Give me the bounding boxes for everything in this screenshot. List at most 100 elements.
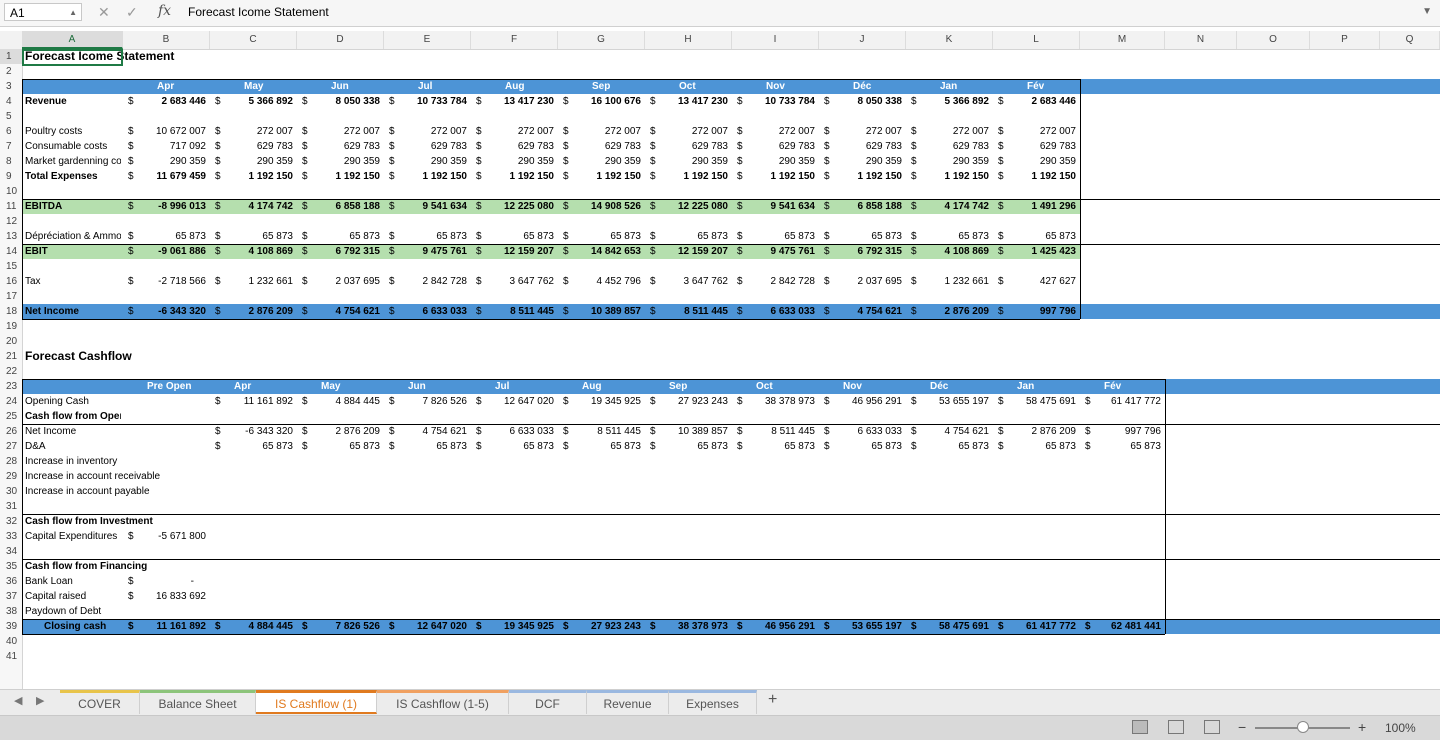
row-label[interactable]: Capital Expenditures bbox=[25, 529, 121, 544]
value-cell[interactable]: 4 452 796 bbox=[558, 274, 642, 289]
value-cell[interactable]: 272 007 bbox=[819, 124, 902, 139]
value-cell[interactable]: 290 359 bbox=[645, 154, 728, 169]
value-cell[interactable]: 1 192 150 bbox=[819, 169, 903, 184]
prev-sheet-icon[interactable]: ◀ bbox=[14, 694, 22, 707]
month-header[interactable]: Fév bbox=[1104, 379, 1121, 394]
row-label[interactable]: Tax bbox=[25, 274, 121, 289]
value-cell[interactable]: 65 873 bbox=[210, 229, 293, 244]
column-header-h[interactable]: H bbox=[645, 31, 732, 49]
value-cell[interactable]: -2 718 566 bbox=[123, 274, 206, 289]
value-cell[interactable]: 8 511 445 bbox=[471, 304, 554, 319]
section-title[interactable]: Cash flow from Financing bbox=[25, 559, 165, 574]
value-cell[interactable]: 11 679 459 bbox=[123, 169, 207, 184]
value-cell[interactable]: 65 873 bbox=[732, 229, 815, 244]
value-cell[interactable]: 14 842 653 bbox=[558, 244, 641, 259]
value-cell[interactable]: 3 647 762 bbox=[645, 274, 729, 289]
function-icon[interactable]: fx bbox=[158, 3, 171, 19]
month-header[interactable]: Déc bbox=[930, 379, 948, 394]
value-cell[interactable]: 629 783 bbox=[558, 139, 641, 154]
value-cell[interactable]: 65 873 bbox=[471, 439, 554, 454]
row-header[interactable]: 12 bbox=[0, 214, 22, 229]
row-header[interactable]: 40 bbox=[0, 634, 22, 649]
row-header[interactable]: 35 bbox=[0, 559, 22, 574]
row-header[interactable]: 27 bbox=[0, 439, 22, 454]
column-header-c[interactable]: C bbox=[210, 31, 297, 49]
value-cell[interactable]: 629 783 bbox=[297, 139, 380, 154]
value-cell[interactable]: 290 359 bbox=[993, 154, 1076, 169]
value-cell[interactable]: 629 783 bbox=[819, 139, 902, 154]
value-cell[interactable]: 65 873 bbox=[384, 229, 467, 244]
month-header[interactable]: May bbox=[244, 79, 263, 94]
value-cell[interactable]: 4 754 621 bbox=[384, 424, 468, 439]
row-header[interactable]: 25 bbox=[0, 409, 22, 424]
row-label[interactable]: Total Expenses bbox=[25, 169, 121, 184]
row-label[interactable]: Revenue bbox=[25, 94, 121, 109]
value-cell[interactable]: 62 481 441 bbox=[1080, 619, 1161, 634]
value-cell[interactable]: 1 192 150 bbox=[384, 169, 468, 184]
normal-view-icon[interactable] bbox=[1132, 720, 1148, 734]
value-cell[interactable]: 997 796 bbox=[1080, 424, 1161, 439]
value-cell[interactable]: 12 225 080 bbox=[645, 199, 728, 214]
value-cell[interactable]: 272 007 bbox=[558, 124, 641, 139]
row-header[interactable]: 13 bbox=[0, 229, 22, 244]
value-cell[interactable]: 58 475 691 bbox=[993, 394, 1076, 409]
value-cell[interactable]: 8 050 338 bbox=[297, 94, 381, 109]
value-cell[interactable]: 8 050 338 bbox=[819, 94, 903, 109]
column-header-m[interactable]: M bbox=[1080, 31, 1165, 49]
value-cell[interactable]: 65 873 bbox=[819, 439, 902, 454]
row-header[interactable]: 34 bbox=[0, 544, 22, 559]
value-cell[interactable]: 65 873 bbox=[819, 229, 902, 244]
row-header[interactable]: 2 bbox=[0, 64, 22, 79]
value-cell[interactable]: 14 908 526 bbox=[558, 199, 641, 214]
row-header[interactable]: 11 bbox=[0, 199, 22, 214]
value-cell[interactable]: 65 873 bbox=[558, 229, 641, 244]
expand-formula-bar-icon[interactable]: ▼ bbox=[1422, 6, 1432, 17]
sheet-tab[interactable]: IS Cashflow (1-5) bbox=[377, 690, 509, 714]
value-cell[interactable]: 1 425 423 bbox=[993, 244, 1077, 259]
row-header[interactable]: 9 bbox=[0, 169, 22, 184]
value-cell[interactable]: -5 671 800 bbox=[123, 529, 206, 544]
row-header[interactable]: 26 bbox=[0, 424, 22, 439]
value-cell[interactable]: 16 833 692 bbox=[123, 589, 206, 604]
month-header[interactable]: Apr bbox=[157, 79, 174, 94]
sheet-tab[interactable]: IS Cashflow (1) bbox=[256, 690, 377, 714]
value-cell[interactable]: 3 647 762 bbox=[471, 274, 555, 289]
column-header-q[interactable]: Q bbox=[1380, 31, 1440, 49]
value-cell[interactable]: 2 037 695 bbox=[819, 274, 903, 289]
value-cell[interactable]: 13 417 230 bbox=[645, 94, 728, 109]
value-cell[interactable]: 1 232 661 bbox=[210, 274, 294, 289]
value-cell[interactable]: 65 873 bbox=[123, 229, 206, 244]
confirm-icon[interactable]: ✓ bbox=[126, 4, 138, 21]
value-cell[interactable]: 7 826 526 bbox=[297, 619, 381, 634]
value-cell[interactable]: 65 873 bbox=[210, 439, 293, 454]
value-cell[interactable]: 13 417 230 bbox=[471, 94, 554, 109]
month-header[interactable]: Oct bbox=[756, 379, 773, 394]
value-cell[interactable]: 38 378 973 bbox=[645, 619, 728, 634]
value-cell[interactable]: 10 389 857 bbox=[645, 424, 728, 439]
row-header[interactable]: 41 bbox=[0, 649, 22, 664]
value-cell[interactable]: 65 873 bbox=[1080, 439, 1161, 454]
value-cell[interactable]: 2 842 728 bbox=[384, 274, 468, 289]
value-cell[interactable]: -6 343 320 bbox=[210, 424, 293, 439]
value-cell[interactable]: 290 359 bbox=[558, 154, 641, 169]
row-header[interactable]: 39 bbox=[0, 619, 22, 634]
month-header[interactable]: Jan bbox=[940, 79, 957, 94]
value-cell[interactable]: 1 192 150 bbox=[732, 169, 816, 184]
value-cell[interactable]: 11 161 892 bbox=[123, 619, 207, 634]
value-cell[interactable]: 9 541 634 bbox=[732, 199, 816, 214]
sheet-tab[interactable]: Revenue bbox=[587, 690, 669, 714]
value-cell[interactable]: 6 792 315 bbox=[297, 244, 381, 259]
row-header[interactable]: 14 bbox=[0, 244, 22, 259]
value-cell[interactable]: 629 783 bbox=[645, 139, 728, 154]
column-header-k[interactable]: K bbox=[906, 31, 993, 49]
value-cell[interactable]: 272 007 bbox=[645, 124, 728, 139]
value-cell[interactable]: 290 359 bbox=[819, 154, 902, 169]
row-label[interactable]: Net Income bbox=[25, 424, 121, 439]
value-cell[interactable]: 1 192 150 bbox=[558, 169, 642, 184]
row-header[interactable]: 22 bbox=[0, 364, 22, 379]
row-header[interactable]: 4 bbox=[0, 94, 22, 109]
add-sheet-button[interactable]: + bbox=[768, 691, 777, 709]
month-header[interactable]: Jul bbox=[418, 79, 432, 94]
value-cell[interactable]: 290 359 bbox=[384, 154, 467, 169]
value-cell[interactable]: 10 672 007 bbox=[123, 124, 206, 139]
